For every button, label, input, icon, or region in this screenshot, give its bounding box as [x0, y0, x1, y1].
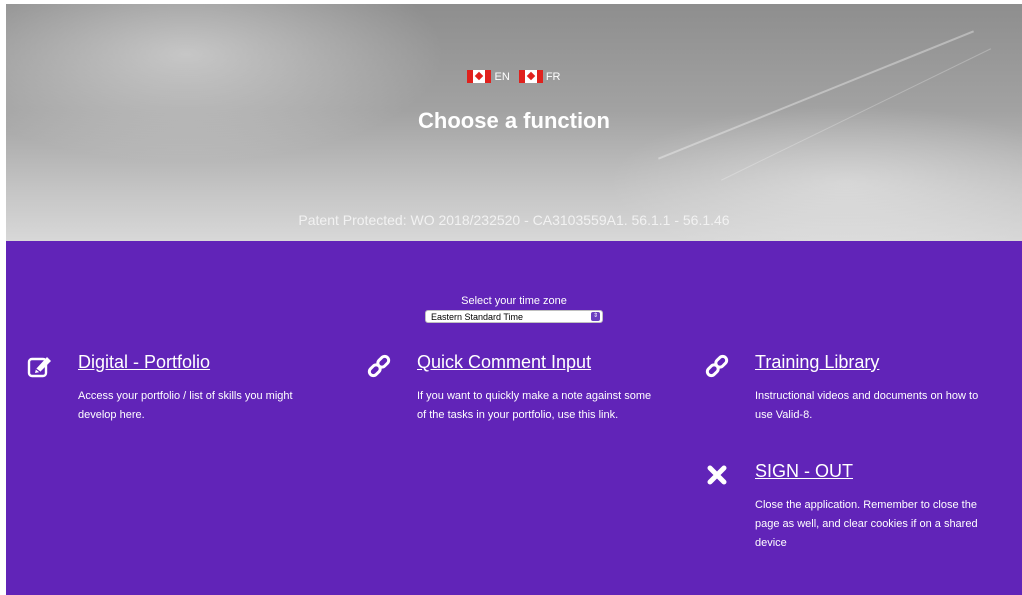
- quick-comment-link[interactable]: Quick Comment Input: [417, 352, 591, 373]
- digital-portfolio-description: Access your portfolio / list of skills y…: [78, 390, 293, 421]
- timezone-section: Select your time zone Eastern Standard T…: [6, 295, 1022, 323]
- language-en-link[interactable]: EN: [467, 70, 510, 83]
- sign-out-description: Close the application. Remember to close…: [755, 499, 978, 549]
- training-library-link[interactable]: Training Library: [755, 352, 879, 373]
- language-en-label: EN: [494, 70, 510, 83]
- edit-icon[interactable]: [26, 352, 54, 380]
- app-frame: EN FR Choose a function Patent Protected…: [6, 4, 1022, 595]
- patent-notice: Patent Protected: WO 2018/232520 - CA310…: [298, 212, 730, 228]
- canada-flag-icon: [467, 70, 492, 83]
- function-panel: Select your time zone Eastern Standard T…: [6, 241, 1022, 595]
- canada-flag-icon: [518, 70, 543, 83]
- link-icon[interactable]: [703, 352, 731, 380]
- language-fr-label: FR: [545, 70, 561, 83]
- timezone-select[interactable]: Eastern Standard Time ⇕: [425, 310, 603, 323]
- training-library-description: Instructional videos and documents on ho…: [755, 390, 979, 421]
- sign-out-link[interactable]: SIGN - OUT: [755, 461, 853, 482]
- timezone-label: Select your time zone: [461, 295, 567, 307]
- select-arrows-icon: ⇕: [591, 312, 600, 321]
- language-switcher: EN FR: [6, 70, 1022, 86]
- header-banner: EN FR Choose a function Patent Protected…: [6, 4, 1022, 241]
- digital-portfolio-link[interactable]: Digital - Portfolio: [78, 352, 210, 373]
- language-fr-link[interactable]: FR: [518, 70, 561, 83]
- close-icon[interactable]: [703, 461, 731, 489]
- link-icon[interactable]: [365, 352, 393, 380]
- page-title: Choose a function: [418, 108, 610, 133]
- timezone-selected-value: Eastern Standard Time: [431, 312, 524, 322]
- quick-comment-description: If you want to quickly make a note again…: [417, 390, 652, 421]
